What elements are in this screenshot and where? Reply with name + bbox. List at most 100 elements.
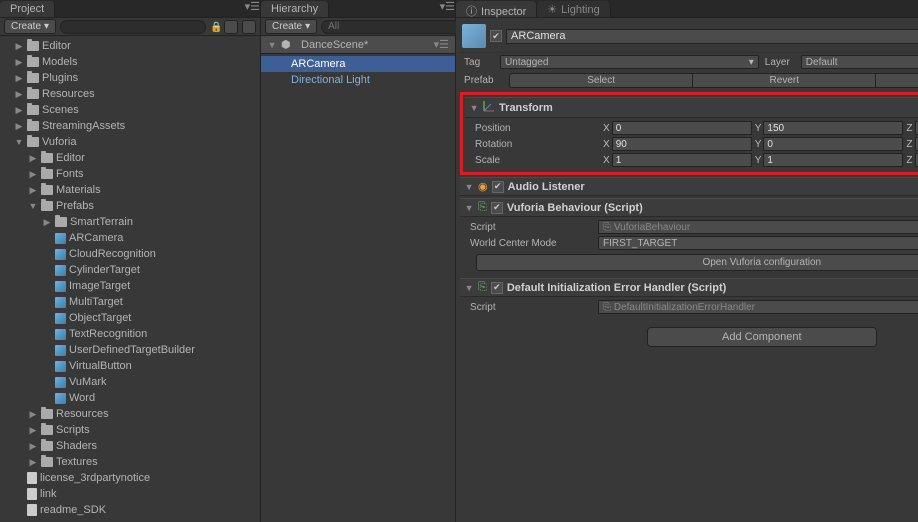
foldout-icon[interactable]: ▶ xyxy=(28,409,38,419)
foldout-icon[interactable] xyxy=(42,233,52,243)
script-field[interactable]: ⎘ VuforiaBehaviour⊙ xyxy=(598,220,918,234)
scene-row[interactable]: ▼ ⬢ DanceScene* ▾☰ xyxy=(261,36,455,54)
tree-row[interactable]: ▶Shaders xyxy=(0,438,260,454)
foldout-icon[interactable]: ▼ xyxy=(267,40,277,50)
world-center-mode-dropdown[interactable]: FIRST_TARGET▾ xyxy=(598,236,918,250)
foldout-icon[interactable]: ▼ xyxy=(464,203,474,213)
tree-row[interactable]: ▶Resources xyxy=(0,86,260,102)
panel-menu-icon[interactable]: ▾☰ xyxy=(245,0,260,17)
add-component-button[interactable]: Add Component xyxy=(647,327,877,347)
foldout-icon[interactable]: ▶ xyxy=(28,185,38,195)
script-field[interactable]: ⎘ DefaultInitializationErrorHandler⊙ xyxy=(598,300,918,314)
tree-row[interactable]: ▶Models xyxy=(0,54,260,70)
tree-row[interactable]: ▶Scenes xyxy=(0,102,260,118)
tree-row[interactable]: CylinderTarget xyxy=(0,262,260,278)
tree-row[interactable]: ▶Textures xyxy=(0,454,260,470)
foldout-icon[interactable]: ▶ xyxy=(14,73,24,83)
foldout-icon[interactable]: ▶ xyxy=(42,217,52,227)
tree-row[interactable]: ▶Editor xyxy=(0,38,260,54)
gameobject-icon[interactable] xyxy=(462,24,486,48)
lighting-tab[interactable]: ☀Lighting xyxy=(537,1,610,17)
object-name-field[interactable] xyxy=(506,29,918,44)
lock-icon[interactable]: 🔒 xyxy=(210,22,220,32)
foldout-icon[interactable] xyxy=(42,265,52,275)
tree-row[interactable]: UserDefinedTargetBuilder xyxy=(0,342,260,358)
foldout-icon[interactable]: ▼ xyxy=(14,137,24,147)
tree-row[interactable]: Word xyxy=(0,390,260,406)
prefab-revert-button[interactable]: Revert xyxy=(693,73,876,88)
foldout-icon[interactable]: ▼ xyxy=(469,103,479,113)
tree-row[interactable]: readme_SDK xyxy=(0,502,260,518)
tree-row[interactable]: ▶StreamingAssets xyxy=(0,118,260,134)
rotation-z-field[interactable] xyxy=(915,137,918,151)
foldout-icon[interactable]: ▼ xyxy=(464,182,474,192)
foldout-icon[interactable]: ▶ xyxy=(28,425,38,435)
foldout-icon[interactable]: ▼ xyxy=(464,283,474,293)
prefab-select-button[interactable]: Select xyxy=(509,73,693,88)
project-tree[interactable]: ▶Editor▶Models▶Plugins▶Resources▶Scenes▶… xyxy=(0,36,260,522)
tree-row[interactable]: ▶Scripts xyxy=(0,422,260,438)
component-enable-checkbox[interactable]: ✔ xyxy=(491,282,503,294)
prefab-apply-button[interactable]: Apply xyxy=(876,73,918,88)
tree-row[interactable]: TextRecognition xyxy=(0,326,260,342)
tree-row[interactable]: ▶SmartTerrain xyxy=(0,214,260,230)
tree-row[interactable]: ObjectTarget xyxy=(0,310,260,326)
foldout-icon[interactable] xyxy=(14,505,24,515)
foldout-icon[interactable]: ▶ xyxy=(14,89,24,99)
foldout-icon[interactable] xyxy=(42,313,52,323)
rotation-y-field[interactable] xyxy=(763,137,903,151)
tree-row[interactable]: VirtualButton xyxy=(0,358,260,374)
foldout-icon[interactable]: ▶ xyxy=(28,441,38,451)
hierarchy-row[interactable]: Directional Light xyxy=(261,72,455,88)
foldout-icon[interactable] xyxy=(42,281,52,291)
filter-icon[interactable] xyxy=(224,20,238,34)
foldout-icon[interactable]: ▶ xyxy=(14,57,24,67)
create-button[interactable]: Create▾ xyxy=(4,19,56,34)
scale-x-field[interactable] xyxy=(612,153,752,167)
active-checkbox[interactable]: ✔ xyxy=(490,30,502,42)
hierarchy-tab[interactable]: Hierarchy xyxy=(261,1,329,17)
rotation-x-field[interactable] xyxy=(612,137,752,151)
foldout-icon[interactable] xyxy=(14,489,24,499)
tree-row[interactable]: link xyxy=(0,486,260,502)
foldout-icon[interactable] xyxy=(42,249,52,259)
foldout-icon[interactable]: ▶ xyxy=(28,169,38,179)
tag-dropdown[interactable]: Untagged▾ xyxy=(500,55,759,69)
tree-row[interactable]: CloudRecognition xyxy=(0,246,260,262)
foldout-icon[interactable]: ▶ xyxy=(14,121,24,131)
tree-row[interactable]: license_3rdpartynotice xyxy=(0,470,260,486)
foldout-icon[interactable] xyxy=(42,329,52,339)
hierarchy-row[interactable]: ARCamera xyxy=(261,56,455,72)
inspector-tab[interactable]: ⓘInspector xyxy=(456,1,537,17)
hierarchy-tree[interactable]: ARCameraDirectional Light xyxy=(261,54,455,522)
scale-z-field[interactable] xyxy=(915,153,918,167)
foldout-icon[interactable] xyxy=(42,345,52,355)
tree-row[interactable]: ▶Materials xyxy=(0,182,260,198)
create-button[interactable]: Create▾ xyxy=(265,19,317,34)
foldout-icon[interactable]: ▶ xyxy=(28,457,38,467)
foldout-icon[interactable] xyxy=(42,393,52,403)
component-enable-checkbox[interactable]: ✔ xyxy=(491,202,503,214)
foldout-icon[interactable]: ▶ xyxy=(28,153,38,163)
component-enable-checkbox[interactable]: ✔ xyxy=(492,181,504,193)
tree-row[interactable]: ARCamera xyxy=(0,230,260,246)
foldout-icon[interactable] xyxy=(14,473,24,483)
scale-y-field[interactable] xyxy=(763,153,903,167)
tree-row[interactable]: ▶Resources xyxy=(0,406,260,422)
foldout-icon[interactable] xyxy=(42,377,52,387)
tree-row[interactable]: ImageTarget xyxy=(0,278,260,294)
foldout-icon[interactable] xyxy=(42,297,52,307)
project-tab[interactable]: Project xyxy=(0,1,55,17)
tree-row[interactable]: MultiTarget xyxy=(0,294,260,310)
search-input[interactable] xyxy=(321,20,467,34)
foldout-icon[interactable]: ▼ xyxy=(28,201,38,211)
tree-row[interactable]: ▶Fonts xyxy=(0,166,260,182)
tree-row[interactable]: ▼Prefabs xyxy=(0,198,260,214)
panel-menu-icon[interactable]: ▾☰ xyxy=(440,0,455,17)
scene-menu-icon[interactable]: ▾☰ xyxy=(434,38,449,51)
layer-dropdown[interactable]: Default▾ xyxy=(801,55,918,69)
foldout-icon[interactable]: ▶ xyxy=(14,105,24,115)
tree-row[interactable]: ▶Editor xyxy=(0,150,260,166)
position-y-field[interactable] xyxy=(763,121,903,135)
foldout-icon[interactable]: ▶ xyxy=(14,41,24,51)
